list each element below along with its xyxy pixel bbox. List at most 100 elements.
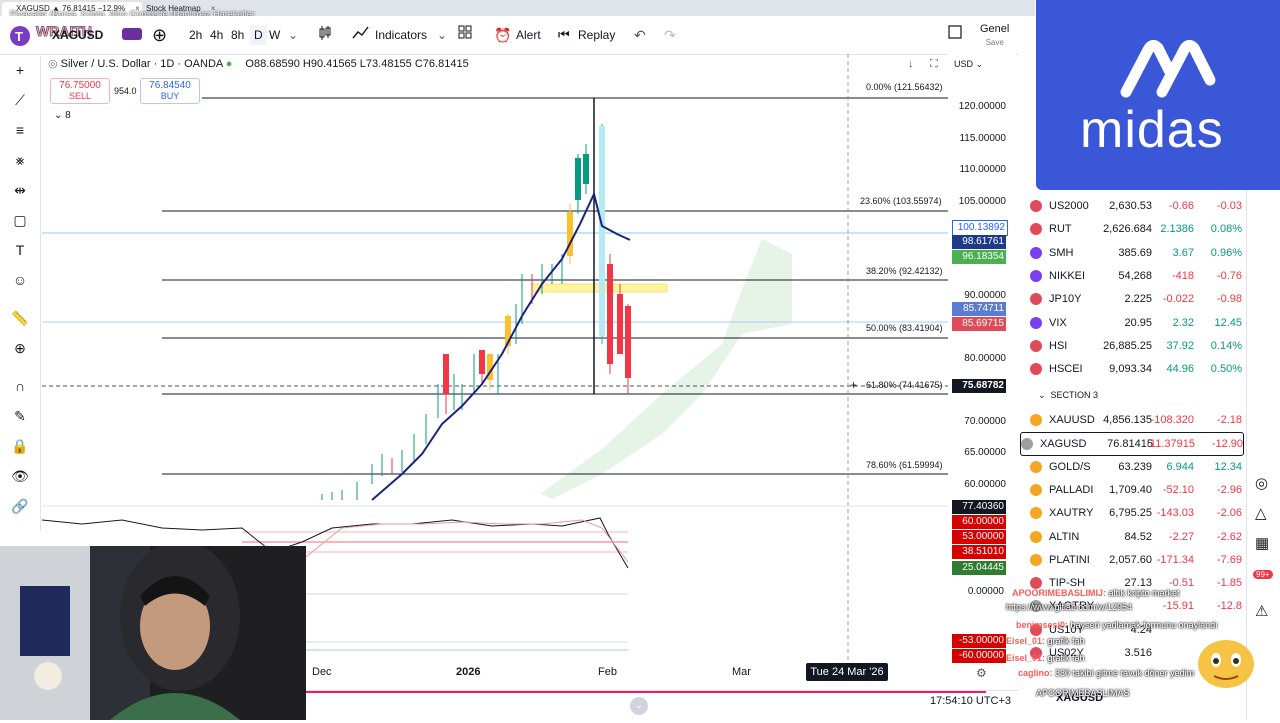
watchlist-row[interactable]: GOLD/S 63.239 6.944 12.34 [1030,456,1242,478]
chat-text: altık kripto market [1108,588,1180,598]
sell-button[interactable]: 76.75000 SELL [50,78,110,104]
calendar-icon[interactable]: ▦ [1255,534,1269,552]
watchlist-last: 385.69 [1118,246,1152,259]
symbol-logo-icon [1021,438,1033,451]
price-tick: 110.00000 [959,164,1006,175]
indicators-button[interactable]: Indicators [375,25,427,45]
watchlist-row[interactable]: VIX 20.95 2.32 12.45 [1030,312,1242,334]
settings-gear-icon[interactable]: ⚙ [976,666,987,680]
watchlist-last: 2,057.60 [1109,553,1152,566]
osc-label: 53.00000 [952,530,1006,544]
crosshair-icon[interactable]: + [10,60,30,80]
pattern-icon[interactable]: ⨳ [10,150,30,170]
symbol-logo-icon [1030,269,1042,282]
ideas-icon[interactable]: △ [1255,504,1267,522]
interval-dropdown-icon[interactable]: ⌄ [288,25,298,45]
replay-button[interactable]: Replay [578,25,615,45]
layout-save-label: Save [985,38,1004,47]
watchlist-row[interactable]: HSI 26,885.25 37.92 0.14% [1030,335,1242,357]
undo-icon[interactable]: ↶ [634,25,646,45]
chat-text: APOORIMEBASLIMAS [1036,688,1130,698]
watchlist-last: 2,626.684 [1103,223,1152,236]
lock-icon[interactable]: 🔒 [10,436,30,456]
alert-square-icon[interactable]: ⚠ [1255,602,1268,620]
watchlist-symbol: RUT [1049,223,1072,236]
redo-icon[interactable]: ↷ [664,25,676,45]
target-icon[interactable]: ◎ [1255,474,1268,492]
interval-1d[interactable]: D [250,25,267,45]
chat-text: https://www.gitlab.com/w/12954 [1006,602,1133,612]
watchlist-last: 20.95 [1124,316,1152,329]
section-header[interactable]: ⌄ SECTION 3 [1038,390,1098,401]
lock-drawing-icon[interactable]: ✎ [10,406,30,426]
chart-toolbar: T WRAITH XAGUSD ⊕ 2h 4h 8h D W ⌄ Indicat… [0,16,1035,55]
replay-icon[interactable]: ⏮ [558,25,570,45]
indicators-icon[interactable] [352,25,370,45]
symbol-search-button[interactable]: XAGUSD [52,25,103,45]
watchlist-row[interactable]: HSCEI 9,093.34 44.96 0.50% [1030,358,1242,380]
interval-4h[interactable]: 4h [210,25,223,45]
watchlist-row[interactable]: XAUTRY 6,795.25 -143.03 -2.06 [1030,502,1242,524]
chat-message: https://www.gitlab.com/w/12954 [1006,602,1132,613]
watchlist-row[interactable]: ALTIN 84.52 -2.27 -2.62 [1030,526,1242,548]
fib-tool-icon[interactable]: ≡ [10,120,30,140]
watchlist-row[interactable]: XAGUSD 76.81415 -11.37915 -12.90 [1020,432,1244,457]
watchlist-row[interactable]: PALLADI 1,709.40 -52.10 -2.96 [1030,479,1242,501]
watchlist-row[interactable]: XAUUSD 4,856.135 -108.320 -2.18 [1030,409,1242,431]
alert-clock-icon[interactable]: ⏰ [494,25,511,45]
watchlist-change: -108.320 [1150,414,1194,426]
osc-label: 38.51010 [952,545,1006,559]
emoji-icon[interactable]: ☺ [10,270,30,290]
watchlist-change: 6.944 [1166,460,1194,473]
scroll-down-icon[interactable]: ↓ [908,58,914,70]
magnet-icon[interactable]: ∩ [10,376,30,396]
maximize-icon[interactable]: ⛶ [930,58,938,71]
compare-plus-icon[interactable]: ⊕ [152,25,167,45]
midas-logo: midas [1036,0,1280,190]
interval-2h[interactable]: 2h [189,25,202,45]
watchlist-row[interactable]: PLATINI 2,057.60 -171.34 -7.69 [1030,549,1242,571]
watchlist-row[interactable]: RUT 2,626.684 2.1386 0.08% [1030,218,1242,240]
fullscreen-square-icon[interactable] [948,25,962,45]
watchlist-symbol: GOLD/S [1049,460,1091,473]
price-axis[interactable]: USD ⌄ 120.00000 115.00000 110.00000 105.… [948,54,1016,664]
text-tool-icon[interactable]: T [10,240,30,260]
templates-grid-icon[interactable] [458,25,472,45]
watchlist-symbol: ALTIN [1049,530,1080,543]
watchlist-row[interactable]: SMH 385.69 3.67 0.96% [1030,242,1242,264]
webcam-feed [0,541,306,720]
watchlist-change: -11.37915 [1146,438,1195,451]
prediction-icon[interactable]: ⇹ [10,180,30,200]
price-tick: 60.00000 [964,479,1006,490]
symbol-logo-icon [1030,414,1042,426]
interval-1w[interactable]: W [269,25,280,45]
trend-line-icon[interactable]: ⟋ [10,90,30,110]
chat-message: Eisel_01: grafik fah [1006,653,1085,664]
watchlist-row[interactable]: NIKKEI 54,268 -418 -0.76 [1030,265,1242,287]
zoom-icon[interactable]: ⊕ [10,338,30,358]
sell-label: SELL [68,91,92,101]
brush-icon[interactable]: ▢ [10,210,30,230]
chat-text: bayseri yadlamak formunu onaylandı [1070,620,1218,630]
candle-type-icon[interactable] [318,25,332,45]
watchlist-change: -418 [1171,269,1194,282]
watchlist-row[interactable]: JP10Y 2.225 -0.022 -0.98 [1030,288,1242,310]
interval-8h[interactable]: 8h [231,25,244,45]
buy-button[interactable]: 76.84540 BUY [140,78,200,104]
alert-button[interactable]: Alert [516,25,541,45]
visibility-eye-icon[interactable]: 👁 [10,466,30,486]
indicators-dropdown-icon[interactable]: ⌄ [437,25,447,45]
watchlist-change-pct: -2.62 [1216,530,1242,543]
legend-high: H90.41565 [302,58,357,70]
indicator-collapse-toggle[interactable]: ⌄ 8 [54,110,71,121]
legend-symbol-icon: ◎ [48,58,61,70]
currency-selector[interactable]: USD ⌄ [954,59,983,70]
link-icon[interactable]: 🔗 [10,496,30,516]
ruler-icon[interactable]: 📏 [10,308,30,328]
current-price-label: 75.68782 [952,379,1006,393]
layout-menu[interactable]: Genel Save [980,23,1009,47]
watchlist-last: 9,093.34 [1109,363,1152,376]
expand-panel-icon[interactable]: ⌄ [630,697,648,715]
watchlist-row[interactable]: US2000 2,630.53 -0.66 -0.03 [1030,195,1242,217]
watchlist-last: 6,795.25 [1109,507,1152,520]
